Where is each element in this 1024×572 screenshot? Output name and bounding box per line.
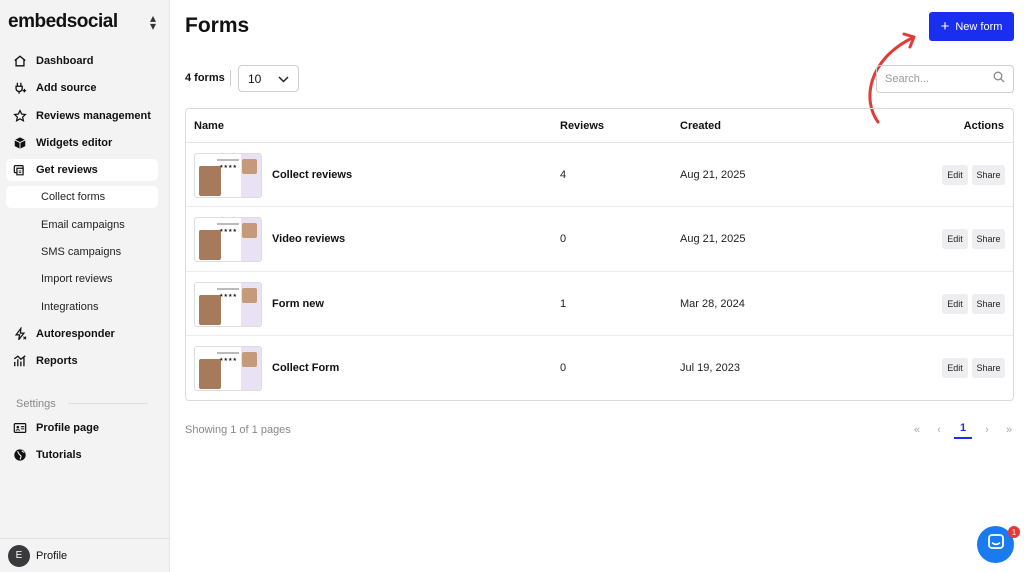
form-thumbnail[interactable]: ★★★★ — [194, 153, 262, 198]
share-button[interactable]: Share — [972, 229, 1005, 250]
notification-badge: 1 — [1008, 526, 1020, 538]
sidebar-item-label: Reports — [36, 355, 78, 368]
plus-icon: + — [940, 18, 950, 35]
sidebar-item-label: Tutorials — [36, 449, 82, 462]
sidebar-item-add-source[interactable]: Add source — [6, 77, 158, 99]
share-button[interactable]: Share — [972, 165, 1005, 185]
page-title: Forms — [185, 14, 250, 37]
star-icon — [12, 108, 28, 124]
column-header-name[interactable]: Name — [194, 120, 224, 132]
previous-page-icon[interactable]: ‹ — [928, 424, 950, 436]
home-icon — [12, 53, 28, 69]
pagination-summary: Showing 1 of 1 pages — [185, 424, 291, 436]
sidebar-subitem-email-campaigns[interactable]: Email campaigns — [6, 214, 158, 236]
sidebar-item-autoresponder[interactable]: Autoresponder — [6, 323, 158, 345]
sidebar-item-profile-page[interactable]: Profile page — [6, 417, 158, 439]
chart-icon — [12, 353, 28, 369]
form-thumbnail[interactable]: ★★★★ — [194, 217, 262, 263]
count-divider — [230, 70, 231, 86]
sidebar-item-dashboard[interactable]: Dashboard — [6, 50, 158, 72]
cube-icon — [12, 135, 28, 151]
sidebar-subitem-integrations[interactable]: Integrations — [6, 296, 158, 318]
logo[interactable]: embedsocial — [8, 11, 118, 33]
sidebar-subitem-import-reviews[interactable]: Import reviews — [6, 268, 158, 290]
sidebar-subitem-collect-forms[interactable]: Collect forms — [6, 186, 158, 209]
form-created-date: Aug 21, 2025 — [680, 233, 746, 246]
sidebar-item-get-reviews[interactable]: Get reviews — [6, 159, 158, 182]
forms-table: Name Reviews Created Actions ★★★★ Collec… — [185, 108, 1014, 401]
form-reviews-count: 1 — [560, 297, 567, 310]
column-header-actions: Actions — [963, 120, 1004, 132]
form-name[interactable]: Video reviews — [272, 233, 345, 245]
sidebar-subitem-sms-campaigns[interactable]: SMS campaigns — [6, 241, 158, 263]
plug-icon — [12, 80, 28, 96]
sidebar-item-label: Profile page — [36, 422, 99, 434]
search-input[interactable] — [885, 73, 985, 85]
table-row[interactable]: ★★★★ Form new 1 Mar 28, 2024 Edit Share — [186, 272, 1013, 336]
first-page-icon[interactable]: « — [906, 424, 928, 436]
new-form-label: New form — [955, 20, 1003, 33]
logo-row: embedsocial ▴ ▾ — [8, 10, 160, 34]
profile-menu[interactable]: E Profile — [0, 538, 170, 572]
share-button[interactable]: Share — [972, 293, 1005, 314]
profile-label: Profile — [36, 549, 68, 562]
column-header-reviews[interactable]: Reviews — [560, 120, 604, 132]
form-created-date: Mar 28, 2024 — [680, 297, 745, 310]
column-header-created[interactable]: Created — [680, 120, 721, 132]
edit-button[interactable]: Edit — [942, 229, 968, 250]
share-button[interactable]: Share — [972, 357, 1005, 378]
bolt-icon — [12, 326, 28, 342]
sidebar: embedsocial ▴ ▾ Dashboard Add source Revi… — [0, 0, 170, 572]
main-nav: Dashboard Add source Reviews management … — [6, 50, 158, 378]
form-name[interactable]: Collect reviews — [272, 169, 352, 181]
last-page-icon[interactable]: » — [998, 424, 1020, 436]
table-row[interactable]: ★★★★ Video reviews 0 Aug 21, 2025 Edit S… — [186, 207, 1013, 272]
table-header: Name Reviews Created Actions — [186, 109, 1013, 143]
per-page-select[interactable]: 10 — [238, 65, 299, 92]
new-form-button[interactable]: + New form — [929, 12, 1014, 41]
edit-button[interactable]: Edit — [942, 165, 968, 185]
sidebar-item-label: Reviews management — [36, 109, 151, 122]
account-switcher-icon[interactable]: ▴ ▾ — [146, 12, 160, 32]
sidebar-item-reports[interactable]: Reports — [6, 350, 158, 372]
page-number-current[interactable]: 1 — [954, 422, 972, 439]
form-thumbnail[interactable]: ★★★★ — [194, 345, 262, 391]
forms-count: 4 forms — [185, 72, 225, 84]
edit-button[interactable]: Edit — [942, 293, 968, 314]
table-row[interactable]: ★★★★ Collect reviews 4 Aug 21, 2025 Edit… — [186, 143, 1013, 208]
search-icon[interactable] — [993, 70, 1005, 88]
chat-icon — [987, 533, 1005, 556]
avatar: E — [8, 544, 30, 567]
search-box — [876, 65, 1014, 93]
inbox-icon — [12, 162, 28, 178]
form-name[interactable]: Form new — [272, 298, 324, 310]
pagination: « ‹ 1 › » — [906, 419, 1020, 441]
next-page-icon[interactable]: › — [976, 424, 998, 436]
sidebar-item-label: Autoresponder — [36, 327, 115, 340]
settings-section-label: Settings — [16, 398, 56, 410]
id-card-icon — [12, 420, 28, 436]
table-row[interactable]: ★★★★ Collect Form 0 Jul 19, 2023 Edit Sh… — [186, 336, 1013, 400]
per-page-value: 10 — [248, 71, 262, 86]
form-created-date: Aug 21, 2025 — [680, 169, 746, 181]
sidebar-item-tutorials[interactable]: Tutorials — [6, 444, 158, 466]
sidebar-item-label: Widgets editor — [36, 136, 113, 149]
settings-nav: Profile page Tutorials — [6, 417, 158, 472]
form-reviews-count: 0 — [560, 233, 567, 246]
sidebar-item-label: Get reviews — [36, 164, 98, 177]
sidebar-item-label: Dashboard — [36, 55, 94, 67]
sidebar-item-reviews-management[interactable]: Reviews management — [6, 105, 158, 127]
form-name[interactable]: Collect Form — [272, 362, 339, 374]
globe-icon — [12, 447, 28, 463]
settings-divider — [68, 403, 148, 404]
form-reviews-count: 0 — [560, 361, 567, 374]
sidebar-item-widgets-editor[interactable]: Widgets editor — [6, 132, 158, 154]
form-created-date: Jul 19, 2023 — [680, 361, 740, 374]
form-thumbnail[interactable]: ★★★★ — [194, 281, 262, 327]
edit-button[interactable]: Edit — [942, 357, 968, 378]
sidebar-item-label: Add source — [36, 82, 97, 95]
form-reviews-count: 4 — [560, 169, 567, 181]
chevron-down-icon — [278, 72, 289, 86]
